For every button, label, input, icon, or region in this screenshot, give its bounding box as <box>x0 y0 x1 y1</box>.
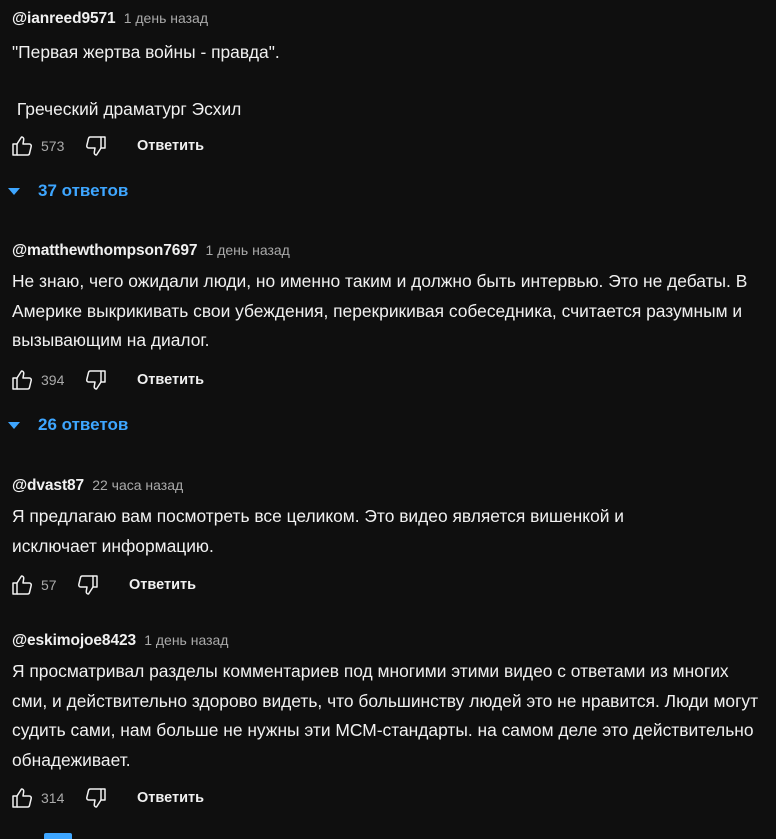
like-count: 573 <box>41 138 65 154</box>
comment: @ianreed9571 1 день назад "Первая жертва… <box>12 8 772 124</box>
comment-header: @dvast87 22 часа назад <box>12 475 772 496</box>
view-replies-button[interactable]: 26 ответов <box>8 415 128 435</box>
comment-text-line: Греческий драматург Эсхил <box>12 98 242 119</box>
comment-time[interactable]: 1 день назад <box>124 10 208 26</box>
comment-header: @ianreed9571 1 день назад <box>12 8 772 29</box>
comment-time[interactable]: 1 день назад <box>206 242 290 258</box>
comment-text-line: Я просматривал разделы комментариев под … <box>12 661 759 770</box>
reply-button[interactable]: Ответить <box>137 372 204 388</box>
like-button[interactable] <box>9 133 35 159</box>
replies-count: 37 ответов <box>38 181 129 200</box>
thumbs-down-icon <box>85 370 106 390</box>
caret-down-icon <box>8 187 20 195</box>
dislike-button[interactable] <box>83 133 109 159</box>
comment-author[interactable]: @ianreed9571 <box>12 10 116 27</box>
thumbs-down-icon <box>85 136 106 156</box>
like-button[interactable] <box>9 785 35 811</box>
thumbs-up-icon <box>12 136 33 156</box>
like-count: 57 <box>41 577 57 593</box>
dislike-button[interactable] <box>83 367 109 393</box>
comment-actions: 57 Ответить <box>9 570 196 600</box>
thumbs-down-icon <box>85 788 106 808</box>
comment-author[interactable]: @matthewthompson7697 <box>12 242 197 259</box>
caret-down-icon <box>8 421 20 429</box>
view-replies-button-partial[interactable] <box>44 833 72 839</box>
comment-text: Я предлагаю вам посмотреть все целиком. … <box>12 502 712 561</box>
replies-count: 26 ответов <box>38 415 129 434</box>
comment-text-line: Я предлагаю вам посмотреть все целиком. … <box>12 506 625 556</box>
comment-actions: 394 Ответить <box>9 365 204 395</box>
like-button[interactable] <box>9 572 35 598</box>
comment-actions: 314 Ответить <box>9 783 204 813</box>
thumbs-up-icon <box>12 788 33 808</box>
view-replies-button[interactable]: 37 ответов <box>8 181 128 201</box>
comment: @eskimojoe8423 1 день назад Я просматрив… <box>12 630 772 775</box>
like-count: 314 <box>41 790 65 806</box>
comment-header: @eskimojoe8423 1 день назад <box>12 630 772 651</box>
like-count: 394 <box>41 372 65 388</box>
comment-text-line: Не знаю, чего ожидали люди, но именно та… <box>12 271 748 350</box>
comment-author[interactable]: @dvast87 <box>12 477 84 494</box>
comment-header: @matthewthompson7697 1 день назад <box>12 240 772 261</box>
comment-time[interactable]: 22 часа назад <box>92 477 183 493</box>
comment-time[interactable]: 1 день назад <box>144 632 228 648</box>
comment-author[interactable]: @eskimojoe8423 <box>12 632 136 649</box>
comment-text: Не знаю, чего ожидали люди, но именно та… <box>12 267 752 356</box>
comment-text: "Первая жертва войны - правда". Гречески… <box>12 38 772 124</box>
thumbs-down-icon <box>77 575 98 595</box>
comment: @matthewthompson7697 1 день назад Не зна… <box>12 240 772 356</box>
comment-text-line: "Первая жертва войны - правда". <box>12 42 280 62</box>
reply-button[interactable]: Ответить <box>137 138 204 154</box>
thumbs-up-icon <box>12 370 33 390</box>
dislike-button[interactable] <box>75 572 101 598</box>
like-button[interactable] <box>9 367 35 393</box>
thumbs-up-icon <box>12 575 33 595</box>
comment: @dvast87 22 часа назад Я предлагаю вам п… <box>12 475 772 561</box>
dislike-button[interactable] <box>83 785 109 811</box>
comment-text: Я просматривал разделы комментариев под … <box>12 657 767 775</box>
reply-button[interactable]: Ответить <box>137 790 204 806</box>
reply-button[interactable]: Ответить <box>129 577 196 593</box>
comment-actions: 573 Ответить <box>9 131 204 161</box>
